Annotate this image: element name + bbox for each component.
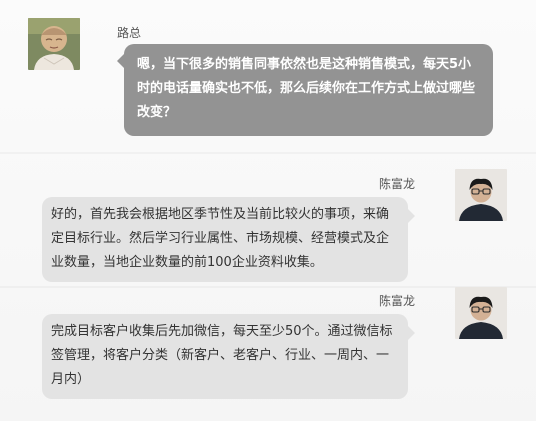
avatar-chen-image — [455, 169, 507, 221]
chat-window: 路总 嗯，当下很多的销售同事依然也是这种销售模式，每天5小时的电话量确实也不低，… — [0, 0, 536, 421]
message-bubble: 嗯，当下很多的销售同事依然也是这种销售模式，每天5小时的电话量确实也不低，那么后… — [117, 44, 493, 136]
divider — [0, 152, 536, 154]
avatar-chen-image — [455, 287, 507, 339]
avatar-lu[interactable] — [28, 18, 80, 70]
message-bubble: 完成目标客户收集后先加微信，每天至少50个。通过微信标签管理，将客户分类（新客户… — [42, 314, 415, 399]
avatar-lu-image — [28, 18, 80, 70]
message-bubble: 好的，首先我会根据地区季节性及当前比较火的事项，来确定目标行业。然后学习行业属性… — [42, 197, 415, 282]
sender-name: 陈富龙 — [379, 177, 416, 191]
avatar-chen[interactable] — [455, 169, 507, 221]
sender-name: 路总 — [117, 26, 142, 40]
sender-name: 陈富龙 — [379, 294, 416, 308]
avatar-chen[interactable] — [455, 287, 507, 339]
